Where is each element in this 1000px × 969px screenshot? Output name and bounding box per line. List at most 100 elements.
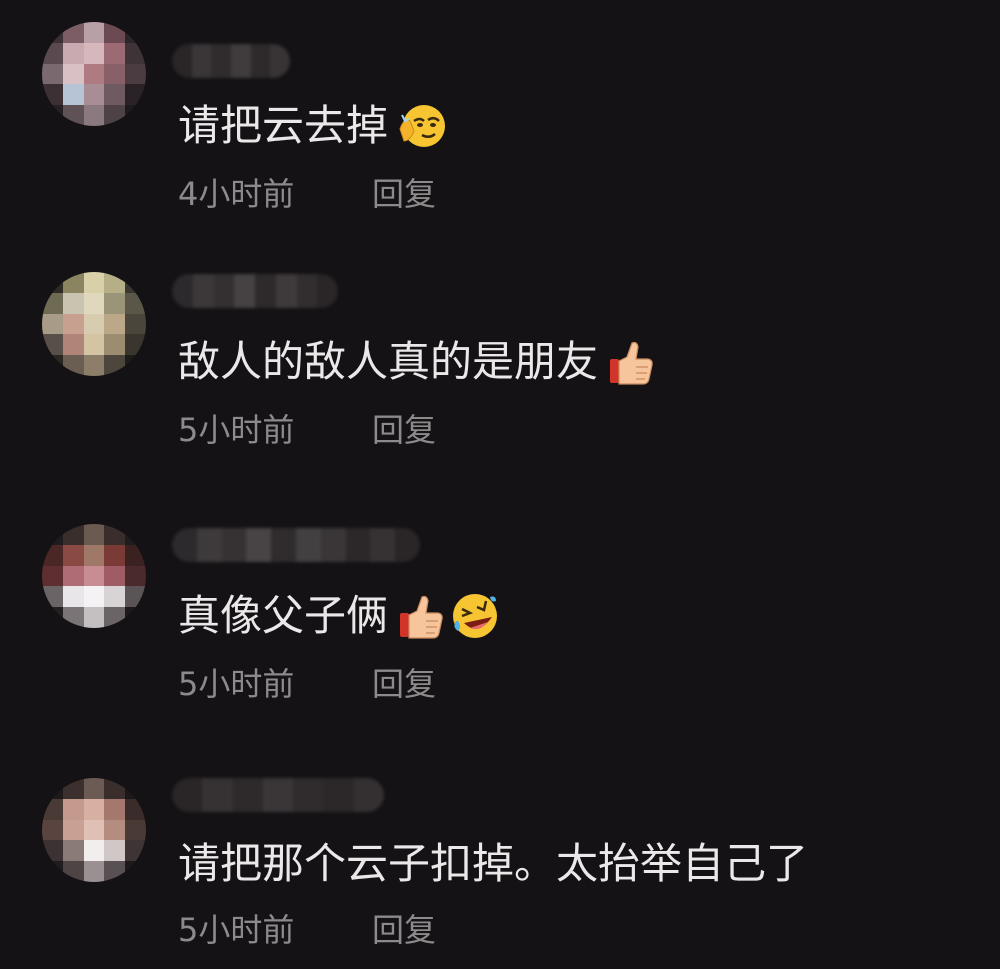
avatar-mosaic-cell bbox=[125, 42, 146, 64]
avatar-mosaic-cell bbox=[125, 840, 146, 862]
avatar-mosaic-cell bbox=[104, 313, 126, 335]
avatar-mosaic-cell bbox=[104, 544, 126, 566]
avatar-mosaic-cell bbox=[42, 105, 63, 126]
avatar-mosaic-cell bbox=[104, 861, 126, 882]
avatar-mosaic-cell bbox=[42, 840, 63, 862]
avatar-mosaic-cell bbox=[125, 63, 146, 85]
avatar-mosaic-cell bbox=[104, 334, 126, 356]
reply-button[interactable]: 回复 bbox=[372, 172, 436, 216]
username-mosaic-cell bbox=[296, 274, 318, 308]
avatar-mosaic-cell bbox=[83, 42, 105, 64]
username-mosaic-cell bbox=[270, 44, 290, 78]
avatar-mosaic-cell bbox=[104, 355, 126, 376]
reply-button[interactable]: 回复 bbox=[372, 908, 436, 952]
username-mosaic-cell bbox=[172, 528, 197, 562]
avatar-mosaic-cell bbox=[83, 565, 105, 587]
avatar-mosaic-cell bbox=[125, 607, 146, 628]
avatar-mosaic-cell bbox=[83, 334, 105, 356]
username-mosaic-cell bbox=[234, 274, 255, 308]
avatar-mosaic-cell bbox=[104, 42, 126, 64]
avatar-mosaic-cell bbox=[83, 355, 105, 376]
avatar-mosaic-cell bbox=[83, 313, 105, 335]
username-mosaic-cell bbox=[191, 44, 212, 78]
username-blurred[interactable] bbox=[172, 528, 420, 562]
username-mosaic-cell bbox=[345, 528, 371, 562]
avatar-mosaic-cell bbox=[42, 607, 63, 628]
username-blurred[interactable] bbox=[172, 778, 384, 812]
username-mosaic-cell bbox=[317, 274, 338, 308]
avatar-mosaic-cell bbox=[42, 84, 63, 106]
saluting-smirk-face-icon bbox=[399, 105, 446, 147]
avatar-mosaic-cell bbox=[125, 798, 146, 820]
avatar-mosaic-cell bbox=[83, 861, 105, 882]
avatar-mosaic-cell bbox=[62, 861, 84, 882]
username-mosaic-cell bbox=[395, 528, 420, 562]
avatar-mosaic-cell bbox=[104, 22, 126, 43]
comment-time: 5小时前 bbox=[178, 911, 295, 949]
avatar-mosaic-cell bbox=[125, 565, 146, 587]
avatar-mosaic-cell bbox=[42, 778, 63, 799]
avatar-mosaic-cell bbox=[83, 63, 105, 85]
avatar-mosaic-cell bbox=[62, 313, 84, 335]
avatar-mosaic-cell bbox=[125, 292, 146, 314]
avatar-mosaic-cell bbox=[62, 355, 84, 376]
avatar-mosaic-cell bbox=[42, 544, 63, 566]
avatar-mosaic-cell bbox=[104, 798, 126, 820]
username-mosaic-cell bbox=[246, 528, 272, 562]
username-mosaic-cell bbox=[323, 778, 354, 812]
thumbs-up-icon bbox=[610, 341, 653, 385]
avatar-mosaic-cell bbox=[42, 798, 63, 820]
avatar-mosaic-cell bbox=[125, 334, 146, 356]
avatar-mosaic-cell bbox=[42, 334, 63, 356]
avatar-mosaic-cell bbox=[125, 313, 146, 335]
username-mosaic-cell bbox=[320, 528, 346, 562]
avatar-mosaic-cell bbox=[42, 565, 63, 587]
avatar-mosaic-cell bbox=[104, 586, 126, 608]
avatar-mosaic-cell bbox=[62, 544, 84, 566]
avatar-mosaic-cell bbox=[125, 778, 146, 799]
avatar-mosaic-cell bbox=[42, 22, 63, 43]
avatar[interactable] bbox=[42, 778, 146, 882]
avatar[interactable] bbox=[42, 524, 146, 628]
comment-text-content: 请把云去掉 bbox=[178, 101, 389, 150]
avatar-mosaic-cell bbox=[62, 105, 84, 126]
avatar-mosaic-cell bbox=[62, 63, 84, 85]
avatar-mosaic-cell bbox=[42, 63, 63, 85]
username-blurred[interactable] bbox=[172, 274, 338, 308]
avatar-mosaic-cell bbox=[42, 524, 63, 545]
avatar-mosaic-cell bbox=[104, 778, 126, 799]
avatar-mosaic-cell bbox=[104, 565, 126, 587]
username-mosaic-cell bbox=[192, 274, 214, 308]
avatar-mosaic-cell bbox=[62, 334, 84, 356]
comment-text: 请把云去掉 bbox=[178, 98, 446, 154]
avatar[interactable] bbox=[42, 22, 146, 126]
avatar-mosaic-cell bbox=[125, 355, 146, 376]
username-blurred[interactable] bbox=[172, 44, 290, 78]
avatar-mosaic-cell bbox=[42, 861, 63, 882]
comment-text-content: 敌人的敌人真的是朋友 bbox=[178, 337, 599, 386]
avatar-mosaic-cell bbox=[83, 798, 105, 820]
username-mosaic-cell bbox=[231, 44, 251, 78]
username-mosaic-cell bbox=[353, 778, 384, 812]
username-mosaic-cell bbox=[221, 528, 247, 562]
avatar-mosaic-cell bbox=[83, 544, 105, 566]
reply-button[interactable]: 回复 bbox=[372, 408, 436, 452]
avatar-mosaic-cell bbox=[62, 524, 84, 545]
avatar-mosaic-cell bbox=[104, 840, 126, 862]
avatar-mosaic-cell bbox=[62, 798, 84, 820]
username-mosaic-cell bbox=[255, 274, 276, 308]
comment-time: 5小时前 bbox=[178, 411, 295, 449]
avatar-mosaic-cell bbox=[62, 42, 84, 64]
username-mosaic-cell bbox=[262, 778, 294, 812]
avatar-mosaic-cell bbox=[125, 544, 146, 566]
avatar-mosaic-cell bbox=[83, 819, 105, 841]
avatar[interactable] bbox=[42, 272, 146, 376]
avatar-mosaic-cell bbox=[62, 840, 84, 862]
username-mosaic-cell bbox=[211, 44, 232, 78]
avatar-mosaic-cell bbox=[83, 105, 105, 126]
avatar-mosaic-cell bbox=[104, 84, 126, 106]
thumbs-up-icon bbox=[400, 595, 443, 639]
comment-text: 真像父子俩 bbox=[178, 588, 500, 644]
avatar-mosaic-cell bbox=[104, 272, 126, 293]
reply-button[interactable]: 回复 bbox=[372, 662, 436, 706]
